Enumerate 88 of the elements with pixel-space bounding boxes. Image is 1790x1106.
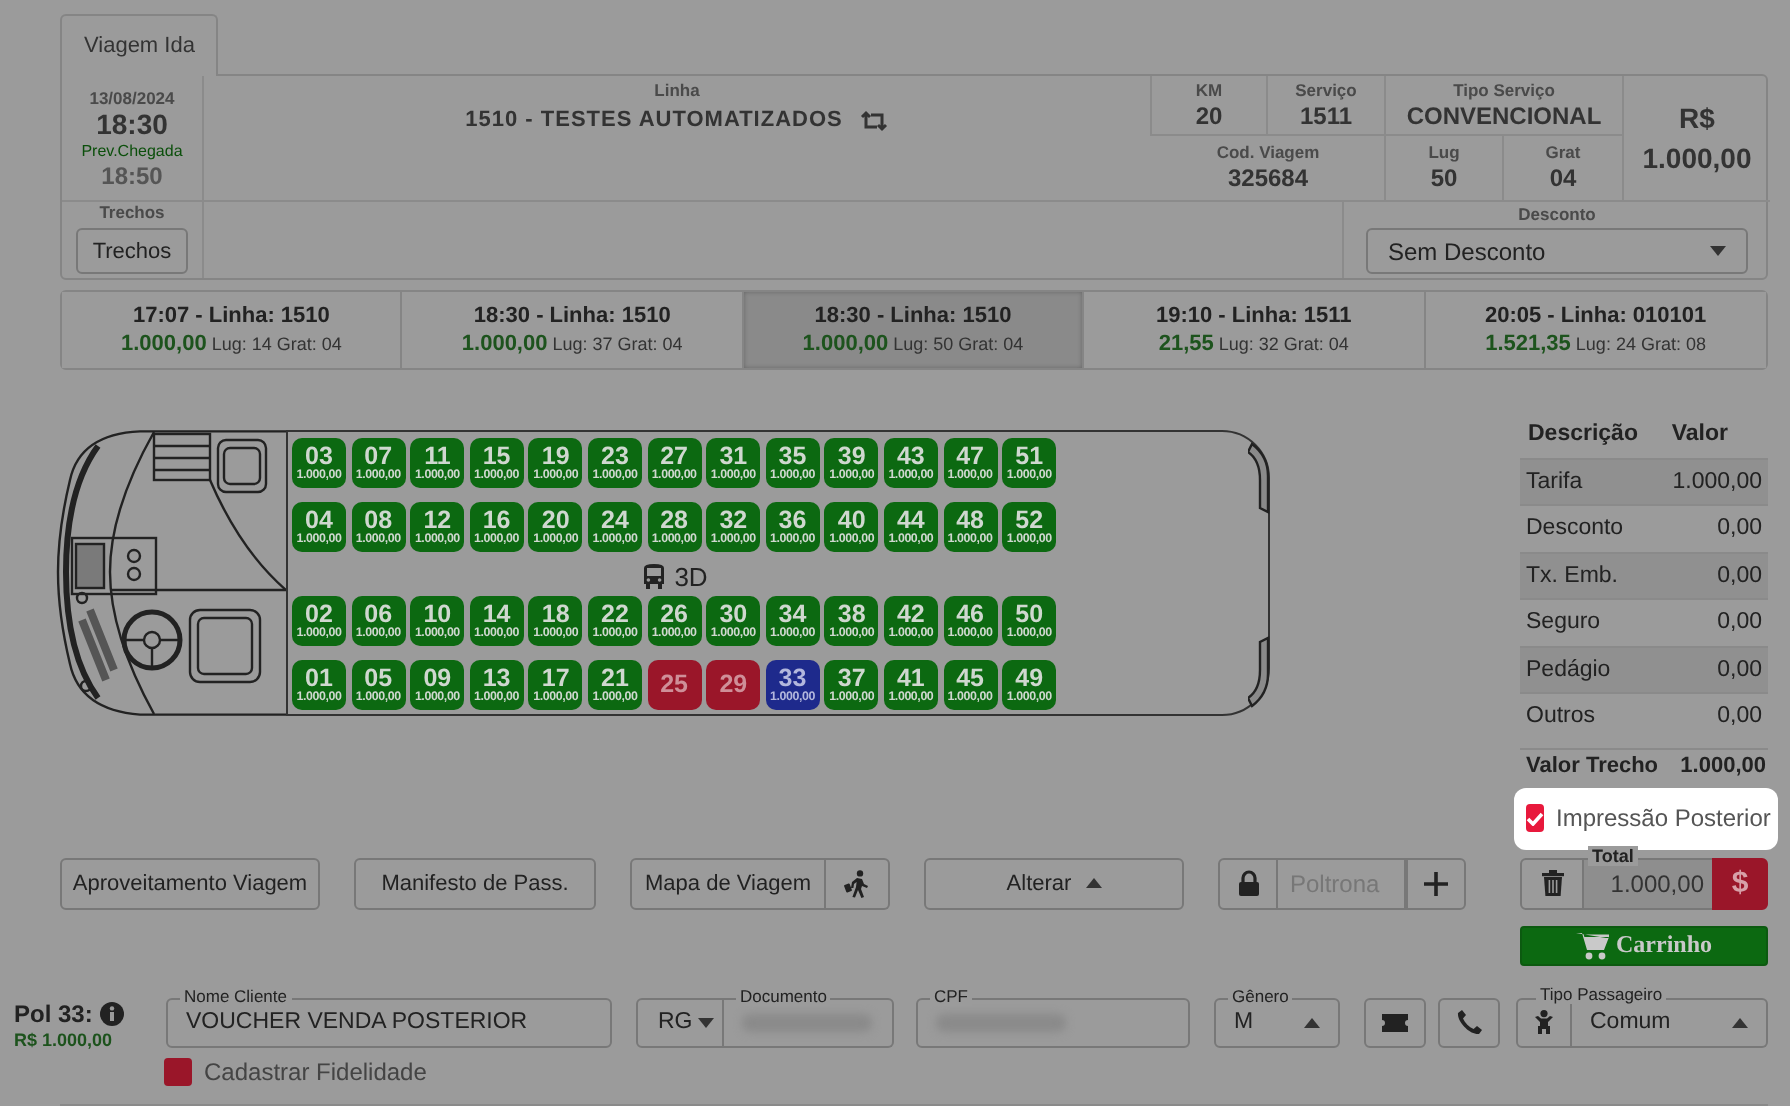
action-button[interactable]: Mapa de Viagem [630,857,826,909]
trip-price: 1.000,00 [1642,140,1752,178]
currency-label: R$ [1679,100,1715,138]
departure-time: 18:30 [96,107,168,141]
phone-button[interactable] [1438,997,1500,1047]
fare-label: Desconto [1526,516,1624,541]
tab[interactable]: Viagem Ida [60,14,219,76]
field-label: CPF [930,985,972,1005]
cart-icon [1576,931,1610,959]
checkbox[interactable] [1526,804,1544,832]
fare-label: Tx. Emb. [1526,563,1619,588]
field-value: 325684 [1227,164,1309,194]
bus-icon [642,563,667,589]
field-label: Gênero [1228,985,1293,1005]
discount-select[interactable]: Sem Desconto [1366,228,1748,274]
fare-total-label: Valor Trecho [1526,754,1659,778]
fare-value: 0,00 [1717,610,1762,635]
cart-button[interactable]: Carrinho [1520,925,1768,965]
departure-option[interactable]: 17:07 - Linha: 1510 1.000,00 Lug: 14 Grat: 04 [62,292,403,368]
caret-down-icon [1710,246,1726,256]
trash-icon [1541,870,1563,896]
walk-button[interactable] [826,857,890,909]
caret-up-icon [1732,1017,1748,1027]
checkbox-label: Impressão Posterior [1556,804,1771,832]
caret-up-icon [1085,878,1102,888]
pay-button[interactable]: $ [1712,857,1768,909]
segments-button[interactable]: Trechos [76,228,188,274]
caret-up-icon [1304,1017,1320,1027]
action-button[interactable]: Aproveitamento Viagem [60,857,320,909]
field-label: Tipo Serviço [1453,79,1555,101]
fare-label: Outros [1526,704,1596,729]
arrival-label: Prev.Chegada [81,141,183,161]
seat-button[interactable]: 29 [706,660,761,710]
phone-icon [1456,1009,1482,1035]
field-label: Desconto [1518,204,1596,226]
fare-label: Tarifa [1526,469,1583,494]
field-label: Nome Cliente [180,985,291,1005]
add-button[interactable] [1406,857,1466,909]
column-header: Descrição [1528,421,1638,446]
info-icon [100,1001,125,1025]
column-header: Valor [1671,421,1728,446]
line-name: 1510 - TESTES AUTOMATIZADOS [465,108,843,132]
field-label: KM [1195,79,1223,101]
fare-value: 1.000,00 [1672,469,1762,494]
caret-down-icon [698,1017,715,1027]
field-label: Documento [736,985,831,1005]
field-label: Grat [1545,142,1581,164]
arrival-time: 18:50 [101,161,163,189]
floor-label: 3D [674,561,708,591]
ticket-button[interactable] [1364,997,1426,1047]
field-value: 20 [1195,101,1223,131]
fare-label: Pedágio [1526,657,1611,682]
checkbox-label: Cadastrar Fidelidade [204,1057,427,1085]
fare-label: Seguro [1526,610,1601,635]
seat-label: Pol 33: [14,999,93,1027]
repeat-icon [860,109,889,131]
fare-value: 0,00 [1717,563,1762,588]
child-icon [1534,1010,1554,1034]
ticket-icon [1382,1013,1408,1031]
delete-button[interactable] [1520,857,1584,909]
field-label: Cod. Viagem [1216,142,1320,164]
field-value: 50 [1430,164,1458,194]
field-label: Tipo Passageiro [1536,983,1667,1003]
checkbox[interactable] [164,1057,192,1085]
lock-button[interactable] [1218,857,1278,909]
departure-option[interactable]: 18:30 - Linha: 1510 1.000,00 Lug: 50 Grat: 04 [743,292,1085,368]
field-value: 04 [1549,164,1577,194]
trip-date: 13/08/2024 [89,87,175,107]
lock-icon [1237,870,1259,896]
fare-value: 0,00 [1717,704,1762,729]
document-type-select[interactable]: RG [636,997,724,1047]
field-label: Total [1588,845,1638,865]
field-label: Lug [1428,142,1460,164]
fare-value: 0,00 [1717,516,1762,541]
alter-button[interactable]: Alterar [924,857,1184,909]
field-label: Serviço [1295,79,1357,101]
seat-price: R$ 1.000,00 [14,1029,115,1049]
field-label: Linha [654,80,700,102]
seat-button[interactable]: 25 [647,660,702,710]
field-value: CONVENCIONAL [1406,101,1602,131]
field-label: Trechos [99,202,165,224]
plus-icon [1424,871,1448,895]
walking-person-icon [844,869,870,897]
fare-total-value: 1.000,00 [1680,754,1766,778]
action-button[interactable]: Manifesto de Pass. [354,857,596,909]
field-value: 1511 [1299,101,1353,131]
fare-value: 0,00 [1717,657,1762,682]
check-icon [1526,811,1544,825]
